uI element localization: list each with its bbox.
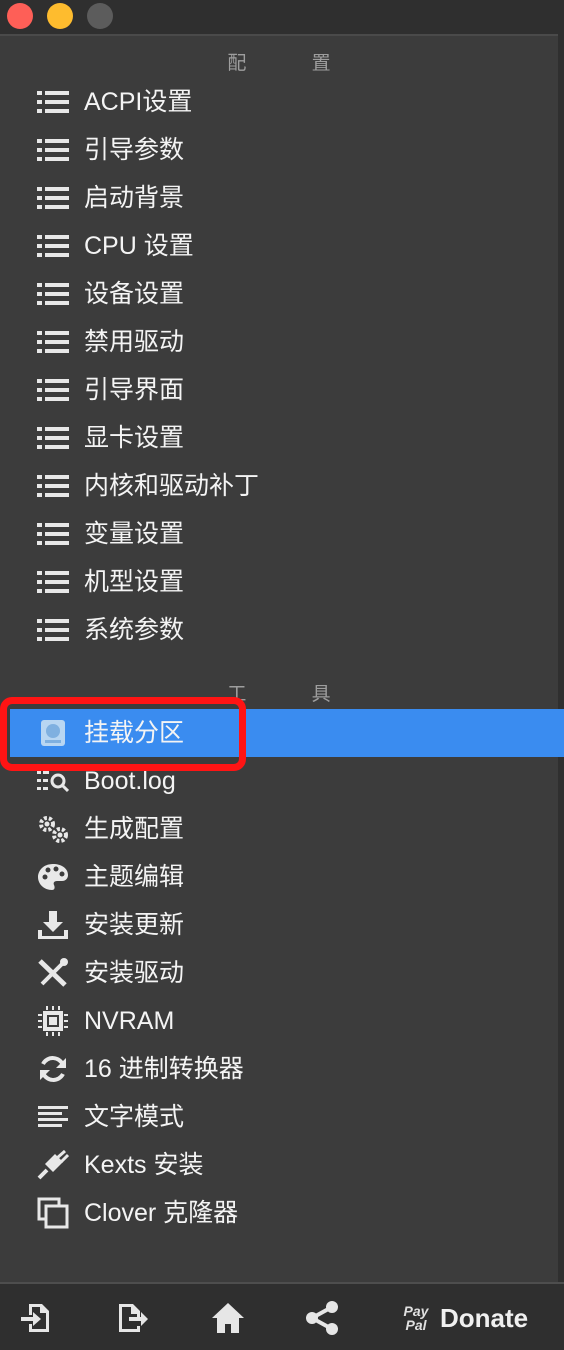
item-label: 16 进制转换器 (84, 1055, 244, 1083)
list-icon (36, 136, 70, 164)
config-item-3[interactable]: CPU 设置 (0, 222, 558, 270)
item-label: 引导界面 (84, 376, 185, 404)
refresh-icon (36, 1055, 70, 1083)
config-item-0[interactable]: ACPI设置 (0, 78, 558, 126)
item-label: 内核和驱动补丁 (84, 472, 260, 500)
config-item-6[interactable]: 引导界面 (0, 366, 558, 414)
config-item-2[interactable]: 启动背景 (0, 174, 558, 222)
item-label: Kexts 安装 (84, 1151, 204, 1179)
list-icon (36, 328, 70, 356)
list-icon (36, 472, 70, 500)
config-item-1[interactable]: 引导参数 (0, 126, 558, 174)
donate-label: Donate (440, 1302, 529, 1333)
item-label: 主题编辑 (84, 863, 185, 891)
list-icon (36, 184, 70, 212)
title-bar (0, 0, 564, 36)
item-label: 生成配置 (84, 815, 185, 843)
home-icon[interactable] (208, 1298, 248, 1338)
config-item-8[interactable]: 内核和驱动补丁 (0, 462, 558, 510)
highlight-annotation (0, 697, 246, 771)
paypal-logo: Pay Pal (403, 1303, 429, 1333)
tool-item-7[interactable]: 16 进制转换器 (0, 1045, 558, 1093)
config-item-9[interactable]: 变量设置 (0, 510, 558, 558)
list-icon (36, 424, 70, 452)
item-label: NVRAM (84, 1007, 175, 1035)
tool-item-9[interactable]: Kexts 安装 (0, 1141, 558, 1189)
zoom-button[interactable] (87, 3, 113, 29)
item-label: 禁用驱动 (84, 328, 185, 356)
item-label: 机型设置 (84, 568, 185, 596)
tool-item-6[interactable]: NVRAM (0, 997, 558, 1045)
item-label: Clover 克隆器 (84, 1199, 239, 1227)
config-item-11[interactable]: 系统参数 (0, 606, 558, 654)
list-icon (36, 376, 70, 404)
config-item-4[interactable]: 设备设置 (0, 270, 558, 318)
item-label: 安装更新 (84, 911, 185, 939)
tool-item-10[interactable]: Clover 克隆器 (0, 1189, 558, 1237)
list-icon (36, 280, 70, 308)
share-icon[interactable] (302, 1298, 342, 1338)
donate-button[interactable]: Pay Pal Donate (398, 1296, 529, 1340)
item-label: 变量设置 (84, 520, 185, 548)
close-button[interactable] (7, 3, 33, 29)
item-label: 系统参数 (84, 616, 185, 644)
item-label: CPU 设置 (84, 232, 194, 260)
clone-icon (36, 1197, 70, 1229)
minimize-button[interactable] (47, 3, 73, 29)
item-label: 安装驱动 (84, 959, 185, 987)
config-item-7[interactable]: 显卡设置 (0, 414, 558, 462)
text-lines-icon (36, 1103, 70, 1131)
divider (0, 34, 558, 36)
list-icon (36, 616, 70, 644)
palette-icon (36, 863, 70, 891)
plug-icon (36, 1150, 70, 1180)
tool-item-3[interactable]: 主题编辑 (0, 853, 558, 901)
item-label: 显卡设置 (84, 424, 185, 452)
item-label: 引导参数 (84, 136, 185, 164)
tools-icon (36, 958, 70, 987)
item-label: ACPI设置 (84, 88, 193, 116)
download-icon (36, 911, 70, 939)
list-icon (36, 568, 70, 596)
export-icon[interactable] (112, 1298, 152, 1338)
import-icon[interactable] (16, 1298, 56, 1338)
tool-item-2[interactable]: 生成配置 (0, 805, 558, 853)
config-section-title: 配 置 (227, 53, 361, 74)
item-label: 启动背景 (84, 184, 185, 212)
item-label: 文字模式 (84, 1103, 185, 1131)
tool-item-4[interactable]: 安装更新 (0, 901, 558, 949)
log-search-icon (36, 767, 70, 795)
tool-item-5[interactable]: 安装驱动 (0, 949, 558, 997)
list-icon (36, 520, 70, 548)
list-icon (36, 232, 70, 260)
window-edge (558, 36, 564, 1282)
bottom-toolbar: Pay Pal Donate (0, 1282, 564, 1350)
item-label: 设备设置 (84, 280, 185, 308)
chip-icon (36, 1006, 70, 1036)
tool-item-8[interactable]: 文字模式 (0, 1093, 558, 1141)
gears-icon (36, 815, 70, 843)
config-item-10[interactable]: 机型设置 (0, 558, 558, 606)
config-item-5[interactable]: 禁用驱动 (0, 318, 558, 366)
list-icon (36, 88, 70, 116)
